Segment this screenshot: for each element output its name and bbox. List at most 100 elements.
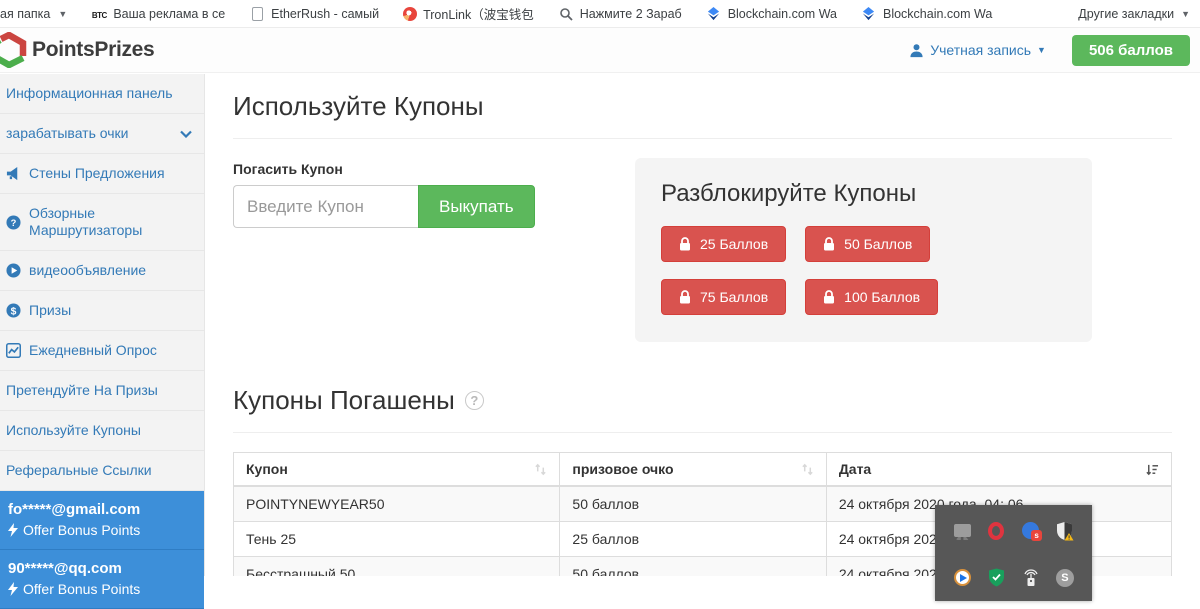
- sidebar-item-survey-routers[interactable]: ? Обзорные Маршрутизаторы: [0, 194, 204, 251]
- sidebar-item-offer-walls[interactable]: Стены Предложения: [0, 154, 204, 194]
- column-header-points[interactable]: призовое очко: [560, 453, 826, 487]
- main-content: Используйте Купоны Погасить Купон Выкупа…: [205, 74, 1200, 576]
- sidebar-item-use-coupons[interactable]: Используйте Купоны: [0, 411, 204, 451]
- bonus-link-gmail[interactable]: fo*****@gmail.com Offer Bonus Points: [0, 491, 204, 550]
- bonus-link-qq[interactable]: 90*****@qq.com Offer Bonus Points: [0, 550, 204, 609]
- help-icon[interactable]: [465, 391, 484, 410]
- page-title: Используйте Купоны: [233, 91, 1172, 122]
- bookmark-label: TronLink（波宝钱包: [423, 4, 534, 23]
- bookmark-label: Blockchain.com Wa: [728, 7, 837, 21]
- tray-icon-antivirus-check[interactable]: [986, 568, 1006, 588]
- sidebar-item-label: Стены Предложения: [29, 165, 192, 182]
- bookmarks-bar: ая папка ▼ Ваша реклама в се EtherRush -…: [0, 0, 1200, 28]
- lock-icon: [823, 290, 835, 304]
- chart-icon: [6, 343, 21, 358]
- column-header-coupon[interactable]: Купон: [234, 453, 560, 487]
- sidebar-item-label: Ежедневный Опрос: [29, 342, 192, 359]
- unlock-button-label: 50 Баллов: [844, 236, 912, 252]
- sidebar-item-earn-points[interactable]: зарабатывать очки: [0, 114, 204, 154]
- page-icon: [249, 6, 265, 22]
- pointsprizes-logo-icon: [0, 32, 27, 68]
- cell-coupon: Бесстрашный 50: [234, 557, 560, 577]
- sidebar-item-label: Реферальные Ссылки: [6, 462, 192, 479]
- cell-points: 50 баллов: [560, 557, 826, 577]
- account-label: Учетная запись: [930, 42, 1031, 58]
- sidebar-item-label: Претендуйте На Призы: [6, 382, 192, 399]
- bookmark-label: Нажмите 2 Зараб: [580, 7, 682, 21]
- tray-icon-transmitter[interactable]: [1021, 568, 1041, 588]
- bookmark-item[interactable]: Нажмите 2 Зараб: [558, 6, 682, 22]
- person-icon: [909, 43, 924, 58]
- svg-text:?: ?: [11, 217, 17, 227]
- column-header-date[interactable]: Дата: [826, 453, 1171, 487]
- tray-icon-defender-alert[interactable]: [1055, 521, 1075, 541]
- lightning-icon: [8, 582, 18, 596]
- sidebar-item-daily-poll[interactable]: Ежедневный Опрос: [0, 331, 204, 371]
- bonus-label: Offer Bonus Points: [23, 581, 140, 597]
- unlock-coupons-panel: Разблокируйте Купоны 25 Баллов 50 Баллов…: [635, 158, 1092, 342]
- lock-icon: [823, 237, 835, 251]
- site-header: PointsPrizes Учетная запись ▼ 506 баллов: [0, 28, 1200, 73]
- tray-icon-opera[interactable]: [986, 521, 1006, 541]
- bonus-label: Offer Bonus Points: [23, 522, 140, 538]
- unlock-75-button[interactable]: 75 Баллов: [661, 279, 786, 315]
- unlock-100-button[interactable]: 100 Баллов: [805, 279, 938, 315]
- sidebar-item-claim-prizes[interactable]: Претендуйте На Призы: [0, 371, 204, 411]
- bookmark-item[interactable]: TronLink（波宝钱包: [403, 4, 534, 23]
- tray-icon-photos-app[interactable]: [1021, 521, 1041, 541]
- bookmark-label: ая папка: [0, 7, 50, 21]
- tronlink-icon: [403, 7, 417, 21]
- bookmark-item[interactable]: Blockchain.com Wa: [861, 6, 992, 22]
- other-bookmarks-button[interactable]: Другие закладки ▼: [1078, 7, 1190, 21]
- unlock-25-button[interactable]: 25 Баллов: [661, 226, 786, 262]
- tray-icon-skype[interactable]: [1055, 568, 1075, 588]
- divider: [233, 138, 1172, 139]
- bookmark-item[interactable]: EtherRush - самый: [249, 6, 379, 22]
- sort-icon: [801, 463, 814, 476]
- bookmark-label: Ваша реклама в се: [113, 7, 225, 21]
- search-icon: [558, 6, 574, 22]
- coupon-input[interactable]: [233, 185, 418, 228]
- cell-coupon: POINTYNEWYEAR50: [234, 486, 560, 522]
- column-label: Купон: [246, 461, 288, 477]
- points-badge[interactable]: 506 баллов: [1072, 35, 1190, 66]
- lock-icon: [679, 237, 691, 251]
- bookmark-item[interactable]: Ваша реклама в се: [91, 6, 225, 22]
- cell-coupon: Тень 25: [234, 522, 560, 557]
- brand-name: PointsPrizes: [32, 38, 154, 62]
- sidebar-item-dashboard[interactable]: Информационная панель: [0, 74, 204, 114]
- cell-points: 50 баллов: [560, 486, 826, 522]
- tray-icon-display[interactable]: [952, 521, 972, 541]
- chevron-down-icon: [180, 125, 192, 142]
- caret-down-icon: ▼: [1037, 45, 1046, 55]
- play-circle-icon: [6, 263, 21, 278]
- brand-logo[interactable]: PointsPrizes: [0, 32, 154, 68]
- bonus-email: fo*****@gmail.com: [8, 501, 194, 518]
- redeemed-title: Купоны Погашены: [233, 385, 1172, 416]
- bookmark-folder[interactable]: ая папка ▼: [0, 7, 67, 21]
- btc-icon: [91, 6, 107, 22]
- sidebar-item-referral-links[interactable]: Реферальные Ссылки: [0, 451, 204, 491]
- sidebar-item-label: Используйте Купоны: [6, 422, 192, 439]
- unlock-button-label: 75 Баллов: [700, 289, 768, 305]
- redeem-coupon-form: Погасить Купон Выкупать: [233, 158, 635, 228]
- unlock-50-button[interactable]: 50 Баллов: [805, 226, 930, 262]
- account-menu[interactable]: Учетная запись ▼: [909, 42, 1046, 58]
- column-label: Дата: [839, 461, 871, 477]
- bookmark-item[interactable]: Blockchain.com Wa: [706, 6, 837, 22]
- system-tray-popup: [935, 505, 1092, 601]
- caret-down-icon: ▼: [1181, 9, 1190, 19]
- column-label: призовое очко: [572, 461, 673, 477]
- tray-icon-media-player[interactable]: [952, 568, 972, 588]
- megaphone-icon: [6, 166, 21, 181]
- sidebar-item-prizes[interactable]: $ Призы: [0, 291, 204, 331]
- sidebar-item-video-ads[interactable]: видеообъявление: [0, 251, 204, 291]
- sidebar-item-label: Информационная панель: [6, 85, 192, 102]
- redeem-button[interactable]: Выкупать: [418, 185, 535, 228]
- bookmark-label: EtherRush - самый: [271, 7, 379, 21]
- money-icon: $: [6, 303, 21, 318]
- sort-icon: [534, 463, 547, 476]
- unlock-button-label: 25 Баллов: [700, 236, 768, 252]
- sidebar-item-label: Обзорные Маршрутизаторы: [29, 205, 192, 239]
- sidebar-item-label: видеообъявление: [29, 262, 192, 279]
